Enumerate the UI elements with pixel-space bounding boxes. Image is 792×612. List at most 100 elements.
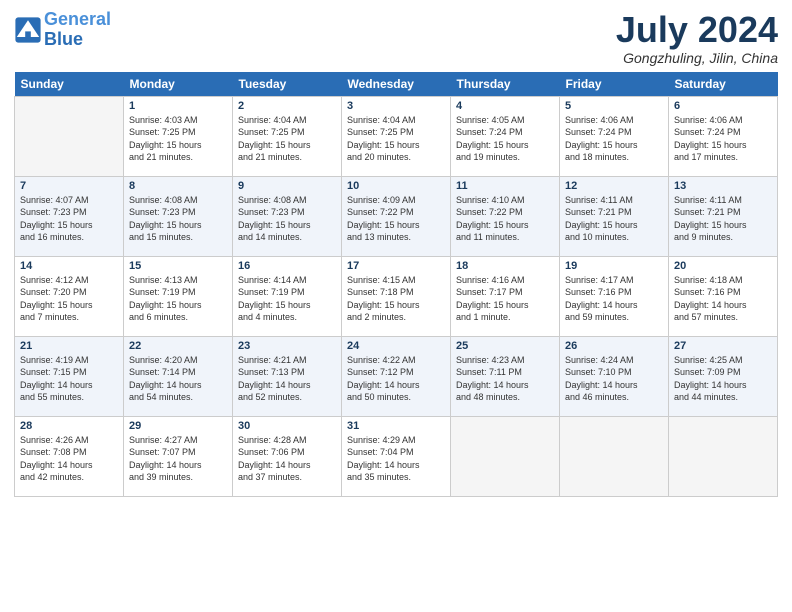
header-thursday: Thursday — [451, 72, 560, 97]
day-number: 29 — [129, 420, 227, 432]
logo: General Blue — [14, 10, 111, 50]
day-info: Sunrise: 4:08 AM Sunset: 7:23 PM Dayligh… — [238, 194, 336, 244]
header-tuesday: Tuesday — [233, 72, 342, 97]
day-cell: 1 Sunrise: 4:03 AM Sunset: 7:25 PM Daylig… — [124, 96, 233, 176]
day-number: 13 — [674, 180, 772, 192]
day-number: 3 — [347, 100, 445, 112]
day-cell — [15, 96, 124, 176]
day-cell: 7Sunrise: 4:07 AM Sunset: 7:23 PM Daylig… — [15, 176, 124, 256]
day-number: 31 — [347, 420, 445, 432]
day-info: Sunrise: 4:19 AM Sunset: 7:15 PM Dayligh… — [20, 354, 118, 404]
day-cell: 18 Sunrise: 4:16 AM Sunset: 7:17 PM Dayli… — [451, 256, 560, 336]
week-row-1: 1 Sunrise: 4:03 AM Sunset: 7:25 PM Daylig… — [15, 96, 778, 176]
week-row-5: 28Sunrise: 4:26 AM Sunset: 7:08 PM Dayli… — [15, 416, 778, 496]
day-cell: 28Sunrise: 4:26 AM Sunset: 7:08 PM Dayli… — [15, 416, 124, 496]
day-cell: 3Sunrise: 4:04 AM Sunset: 7:25 PM Daylig… — [342, 96, 451, 176]
day-cell: 9 Sunrise: 4:08 AM Sunset: 7:23 PM Daylig… — [233, 176, 342, 256]
day-cell: 11 Sunrise: 4:10 AM Sunset: 7:22 PM Dayli… — [451, 176, 560, 256]
day-info: Sunrise: 4:22 AM Sunset: 7:12 PM Dayligh… — [347, 354, 445, 404]
day-number: 14 — [20, 260, 118, 272]
day-number: 9 — [238, 180, 336, 192]
day-number: 27 — [674, 340, 772, 352]
day-cell: 6 Sunrise: 4:06 AM Sunset: 7:24 PM Daylig… — [669, 96, 778, 176]
day-number: 4 — [456, 100, 554, 112]
day-info: Sunrise: 4:18 AM Sunset: 7:16 PM Dayligh… — [674, 274, 772, 324]
location: Gongzhuling, Jilin, China — [616, 50, 778, 66]
day-number: 6 — [674, 100, 772, 112]
day-number: 16 — [238, 260, 336, 272]
day-number: 12 — [565, 180, 663, 192]
day-cell: 4 Sunrise: 4:05 AM Sunset: 7:24 PM Daylig… — [451, 96, 560, 176]
day-info: Sunrise: 4:16 AM Sunset: 7:17 PM Dayligh… — [456, 274, 554, 324]
header-monday: Monday — [124, 72, 233, 97]
day-info: Sunrise: 4:23 AM Sunset: 7:11 PM Dayligh… — [456, 354, 554, 404]
day-info: Sunrise: 4:27 AM Sunset: 7:07 PM Dayligh… — [129, 434, 227, 484]
day-info: Sunrise: 4:09 AM Sunset: 7:22 PM Dayligh… — [347, 194, 445, 244]
day-info: Sunrise: 4:10 AM Sunset: 7:22 PM Dayligh… — [456, 194, 554, 244]
day-cell: 26 Sunrise: 4:24 AM Sunset: 7:10 PM Dayli… — [560, 336, 669, 416]
day-cell: 30 Sunrise: 4:28 AM Sunset: 7:06 PM Dayli… — [233, 416, 342, 496]
day-cell: 21 Sunrise: 4:19 AM Sunset: 7:15 PM Dayli… — [15, 336, 124, 416]
day-cell: 23 Sunrise: 4:21 AM Sunset: 7:13 PM Dayli… — [233, 336, 342, 416]
day-info: Sunrise: 4:24 AM Sunset: 7:10 PM Dayligh… — [565, 354, 663, 404]
day-number: 11 — [456, 180, 554, 192]
day-cell: 15Sunrise: 4:13 AM Sunset: 7:19 PM Dayli… — [124, 256, 233, 336]
day-number: 30 — [238, 420, 336, 432]
day-cell — [560, 416, 669, 496]
day-number: 20 — [674, 260, 772, 272]
day-info: Sunrise: 4:05 AM Sunset: 7:24 PM Dayligh… — [456, 114, 554, 164]
day-number: 22 — [129, 340, 227, 352]
day-number: 8 — [129, 180, 227, 192]
day-info: Sunrise: 4:12 AM Sunset: 7:20 PM Dayligh… — [20, 274, 118, 324]
day-number: 2 — [238, 100, 336, 112]
header-row: SundayMondayTuesdayWednesdayThursdayFrid… — [15, 72, 778, 97]
day-info: Sunrise: 4:04 AM Sunset: 7:25 PM Dayligh… — [238, 114, 336, 164]
day-cell: 17 Sunrise: 4:15 AM Sunset: 7:18 PM Dayli… — [342, 256, 451, 336]
day-info: Sunrise: 4:06 AM Sunset: 7:24 PM Dayligh… — [565, 114, 663, 164]
day-info: Sunrise: 4:06 AM Sunset: 7:24 PM Dayligh… — [674, 114, 772, 164]
day-info: Sunrise: 4:11 AM Sunset: 7:21 PM Dayligh… — [674, 194, 772, 244]
day-info: Sunrise: 4:25 AM Sunset: 7:09 PM Dayligh… — [674, 354, 772, 404]
day-info: Sunrise: 4:14 AM Sunset: 7:19 PM Dayligh… — [238, 274, 336, 324]
day-cell: 24 Sunrise: 4:22 AM Sunset: 7:12 PM Dayli… — [342, 336, 451, 416]
day-cell: 8 Sunrise: 4:08 AM Sunset: 7:23 PM Daylig… — [124, 176, 233, 256]
day-info: Sunrise: 4:20 AM Sunset: 7:14 PM Dayligh… — [129, 354, 227, 404]
day-cell: 2 Sunrise: 4:04 AM Sunset: 7:25 PM Daylig… — [233, 96, 342, 176]
week-row-4: 21 Sunrise: 4:19 AM Sunset: 7:15 PM Dayli… — [15, 336, 778, 416]
day-cell: 20 Sunrise: 4:18 AM Sunset: 7:16 PM Dayli… — [669, 256, 778, 336]
day-info: Sunrise: 4:08 AM Sunset: 7:23 PM Dayligh… — [129, 194, 227, 244]
day-info: Sunrise: 4:15 AM Sunset: 7:18 PM Dayligh… — [347, 274, 445, 324]
day-info: Sunrise: 4:21 AM Sunset: 7:13 PM Dayligh… — [238, 354, 336, 404]
day-number: 1 — [129, 100, 227, 112]
day-cell: 31Sunrise: 4:29 AM Sunset: 7:04 PM Dayli… — [342, 416, 451, 496]
day-cell: 10Sunrise: 4:09 AM Sunset: 7:22 PM Dayli… — [342, 176, 451, 256]
month-title: July 2024 — [616, 10, 778, 50]
logo-icon — [14, 16, 42, 44]
day-cell: 5 Sunrise: 4:06 AM Sunset: 7:24 PM Daylig… — [560, 96, 669, 176]
day-info: Sunrise: 4:28 AM Sunset: 7:06 PM Dayligh… — [238, 434, 336, 484]
day-number: 28 — [20, 420, 118, 432]
day-number: 18 — [456, 260, 554, 272]
day-number: 25 — [456, 340, 554, 352]
day-cell: 22 Sunrise: 4:20 AM Sunset: 7:14 PM Dayli… — [124, 336, 233, 416]
day-cell: 19Sunrise: 4:17 AM Sunset: 7:16 PM Dayli… — [560, 256, 669, 336]
day-info: Sunrise: 4:07 AM Sunset: 7:23 PM Dayligh… — [20, 194, 118, 244]
day-number: 17 — [347, 260, 445, 272]
day-number: 26 — [565, 340, 663, 352]
week-row-3: 14 Sunrise: 4:12 AM Sunset: 7:20 PM Dayli… — [15, 256, 778, 336]
day-info: Sunrise: 4:17 AM Sunset: 7:16 PM Dayligh… — [565, 274, 663, 324]
logo-general: General — [44, 9, 111, 29]
day-cell — [669, 416, 778, 496]
header-saturday: Saturday — [669, 72, 778, 97]
day-cell: 13 Sunrise: 4:11 AM Sunset: 7:21 PM Dayli… — [669, 176, 778, 256]
day-number: 24 — [347, 340, 445, 352]
day-cell: 12Sunrise: 4:11 AM Sunset: 7:21 PM Dayli… — [560, 176, 669, 256]
day-number: 5 — [565, 100, 663, 112]
day-cell — [451, 416, 560, 496]
day-cell: 29 Sunrise: 4:27 AM Sunset: 7:07 PM Dayli… — [124, 416, 233, 496]
day-info: Sunrise: 4:03 AM Sunset: 7:25 PM Dayligh… — [129, 114, 227, 164]
day-cell: 27 Sunrise: 4:25 AM Sunset: 7:09 PM Dayli… — [669, 336, 778, 416]
header-friday: Friday — [560, 72, 669, 97]
day-number: 21 — [20, 340, 118, 352]
day-number: 23 — [238, 340, 336, 352]
